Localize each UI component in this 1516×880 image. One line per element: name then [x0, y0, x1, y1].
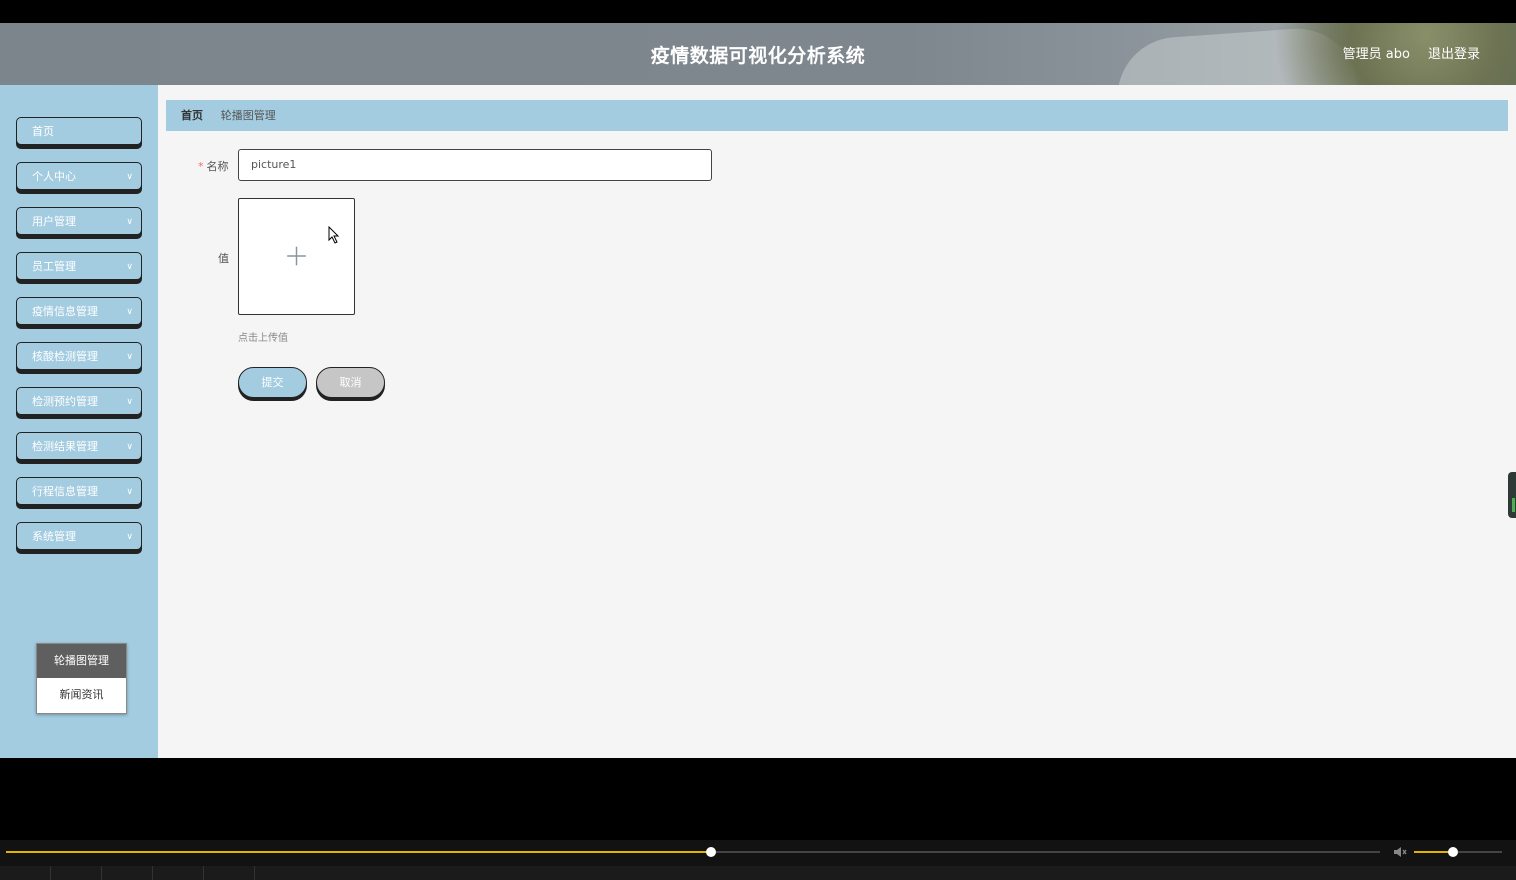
chevron-down-icon: ∨	[126, 352, 133, 362]
system-submenu: 轮播图管理 新闻资讯	[36, 643, 127, 714]
sidebar-item-label: 系统管理	[32, 530, 76, 543]
upload-hint: 点击上传值	[238, 333, 288, 344]
name-input[interactable]: picture1	[238, 149, 712, 181]
sidebar-item-5[interactable]: 核酸检测管理 ∨	[16, 342, 142, 370]
sidebar-item-label: 检测预约管理	[32, 395, 98, 408]
sidebar-item-label: 个人中心	[32, 170, 76, 183]
progress-fill	[6, 851, 711, 853]
progress-track[interactable]	[6, 847, 1380, 857]
sidebar-item-7[interactable]: 检测结果管理 ∨	[16, 432, 142, 460]
chevron-down-icon: ∨	[126, 307, 133, 317]
cancel-button[interactable]: 取消	[316, 367, 385, 398]
sidebar-item-label: 核酸检测管理	[32, 350, 98, 363]
logout-link[interactable]: 退出登录	[1428, 43, 1480, 62]
sidebar-item-9[interactable]: 系统管理 ∨	[16, 522, 142, 550]
sidebar-item-6[interactable]: 检测预约管理 ∨	[16, 387, 142, 415]
chevron-down-icon: ∨	[126, 532, 133, 542]
sidebar-item-label: 检测结果管理	[32, 440, 98, 453]
taskbar-divider	[203, 866, 204, 880]
progress-handle[interactable]	[705, 847, 716, 857]
mouse-cursor-icon	[328, 226, 340, 244]
taskbar-divider	[101, 866, 102, 880]
app-title: 疫情数据可视化分析系统	[650, 45, 866, 67]
chevron-down-icon: ∨	[126, 442, 133, 452]
side-scroll-tab[interactable]	[1508, 472, 1516, 518]
value-label: 值	[218, 252, 229, 265]
sidebar-item-3[interactable]: 员工管理 ∨	[16, 252, 142, 280]
breadcrumb-home[interactable]: 首页	[181, 109, 203, 122]
breadcrumb: 首页 / 轮播图管理	[166, 100, 1508, 131]
sidebar-item-label: 行程信息管理	[32, 485, 98, 498]
submenu-item-news[interactable]: 新闻资讯	[37, 678, 126, 712]
sidebar-item-0[interactable]: 首页	[16, 117, 142, 145]
volume-fill	[1414, 851, 1453, 853]
taskbar-strip	[0, 866, 1516, 880]
breadcrumb-separator: /	[210, 109, 214, 122]
sidebar: 系统管理 ∨ 行程信息管理 ∨ 检测结果管理 ∨ 检测预约管理 ∨ 核酸检测管理 ∨ 疫情信息管理 ∨…	[0, 85, 158, 758]
submit-button[interactable]: 提交	[238, 367, 307, 398]
chevron-down-icon: ∨	[126, 172, 133, 182]
volume-track[interactable]	[1414, 847, 1502, 857]
required-asterisk: *	[198, 160, 204, 173]
image-uploader[interactable]	[238, 198, 355, 315]
name-label-text: 名称	[206, 160, 229, 173]
chevron-down-icon: ∨	[126, 217, 133, 227]
user-area: 管理员 abo 退出登录	[1343, 43, 1480, 62]
chevron-down-icon: ∨	[126, 397, 133, 407]
sidebar-item-label: 首页	[32, 125, 54, 138]
sidebar-item-4[interactable]: 疫情信息管理 ∨	[16, 297, 142, 325]
sidebar-item-label: 疫情信息管理	[32, 305, 98, 318]
taskbar-divider	[254, 866, 255, 880]
sidebar-item-8[interactable]: 行程信息管理 ∨	[16, 477, 142, 505]
sidebar-item-label: 用户管理	[32, 215, 76, 228]
app-header: 疫情数据可视化分析系统 管理员 abo 退出登录	[0, 23, 1516, 85]
main-content: 首页 / 轮播图管理 * 名称 picture1 值 点击上传值 提交 取消	[158, 85, 1516, 758]
taskbar-divider	[152, 866, 153, 880]
submenu-item-carousel[interactable]: 轮播图管理	[37, 644, 126, 678]
video-player-bar	[0, 840, 1516, 866]
chevron-down-icon: ∨	[126, 262, 133, 272]
chevron-down-icon: ∨	[126, 487, 133, 497]
sidebar-item-2[interactable]: 用户管理 ∨	[16, 207, 142, 235]
volume-icon[interactable]	[1392, 844, 1408, 860]
current-user[interactable]: 管理员 abo	[1343, 43, 1410, 62]
name-label: * 名称	[198, 158, 229, 174]
sidebar-item-1[interactable]: 个人中心 ∨	[16, 162, 142, 190]
taskbar-divider	[50, 866, 51, 880]
plus-icon	[287, 246, 306, 266]
volume-handle[interactable]	[1447, 847, 1458, 857]
breadcrumb-current: 轮播图管理	[220, 109, 276, 122]
sidebar-item-label: 员工管理	[32, 260, 76, 273]
